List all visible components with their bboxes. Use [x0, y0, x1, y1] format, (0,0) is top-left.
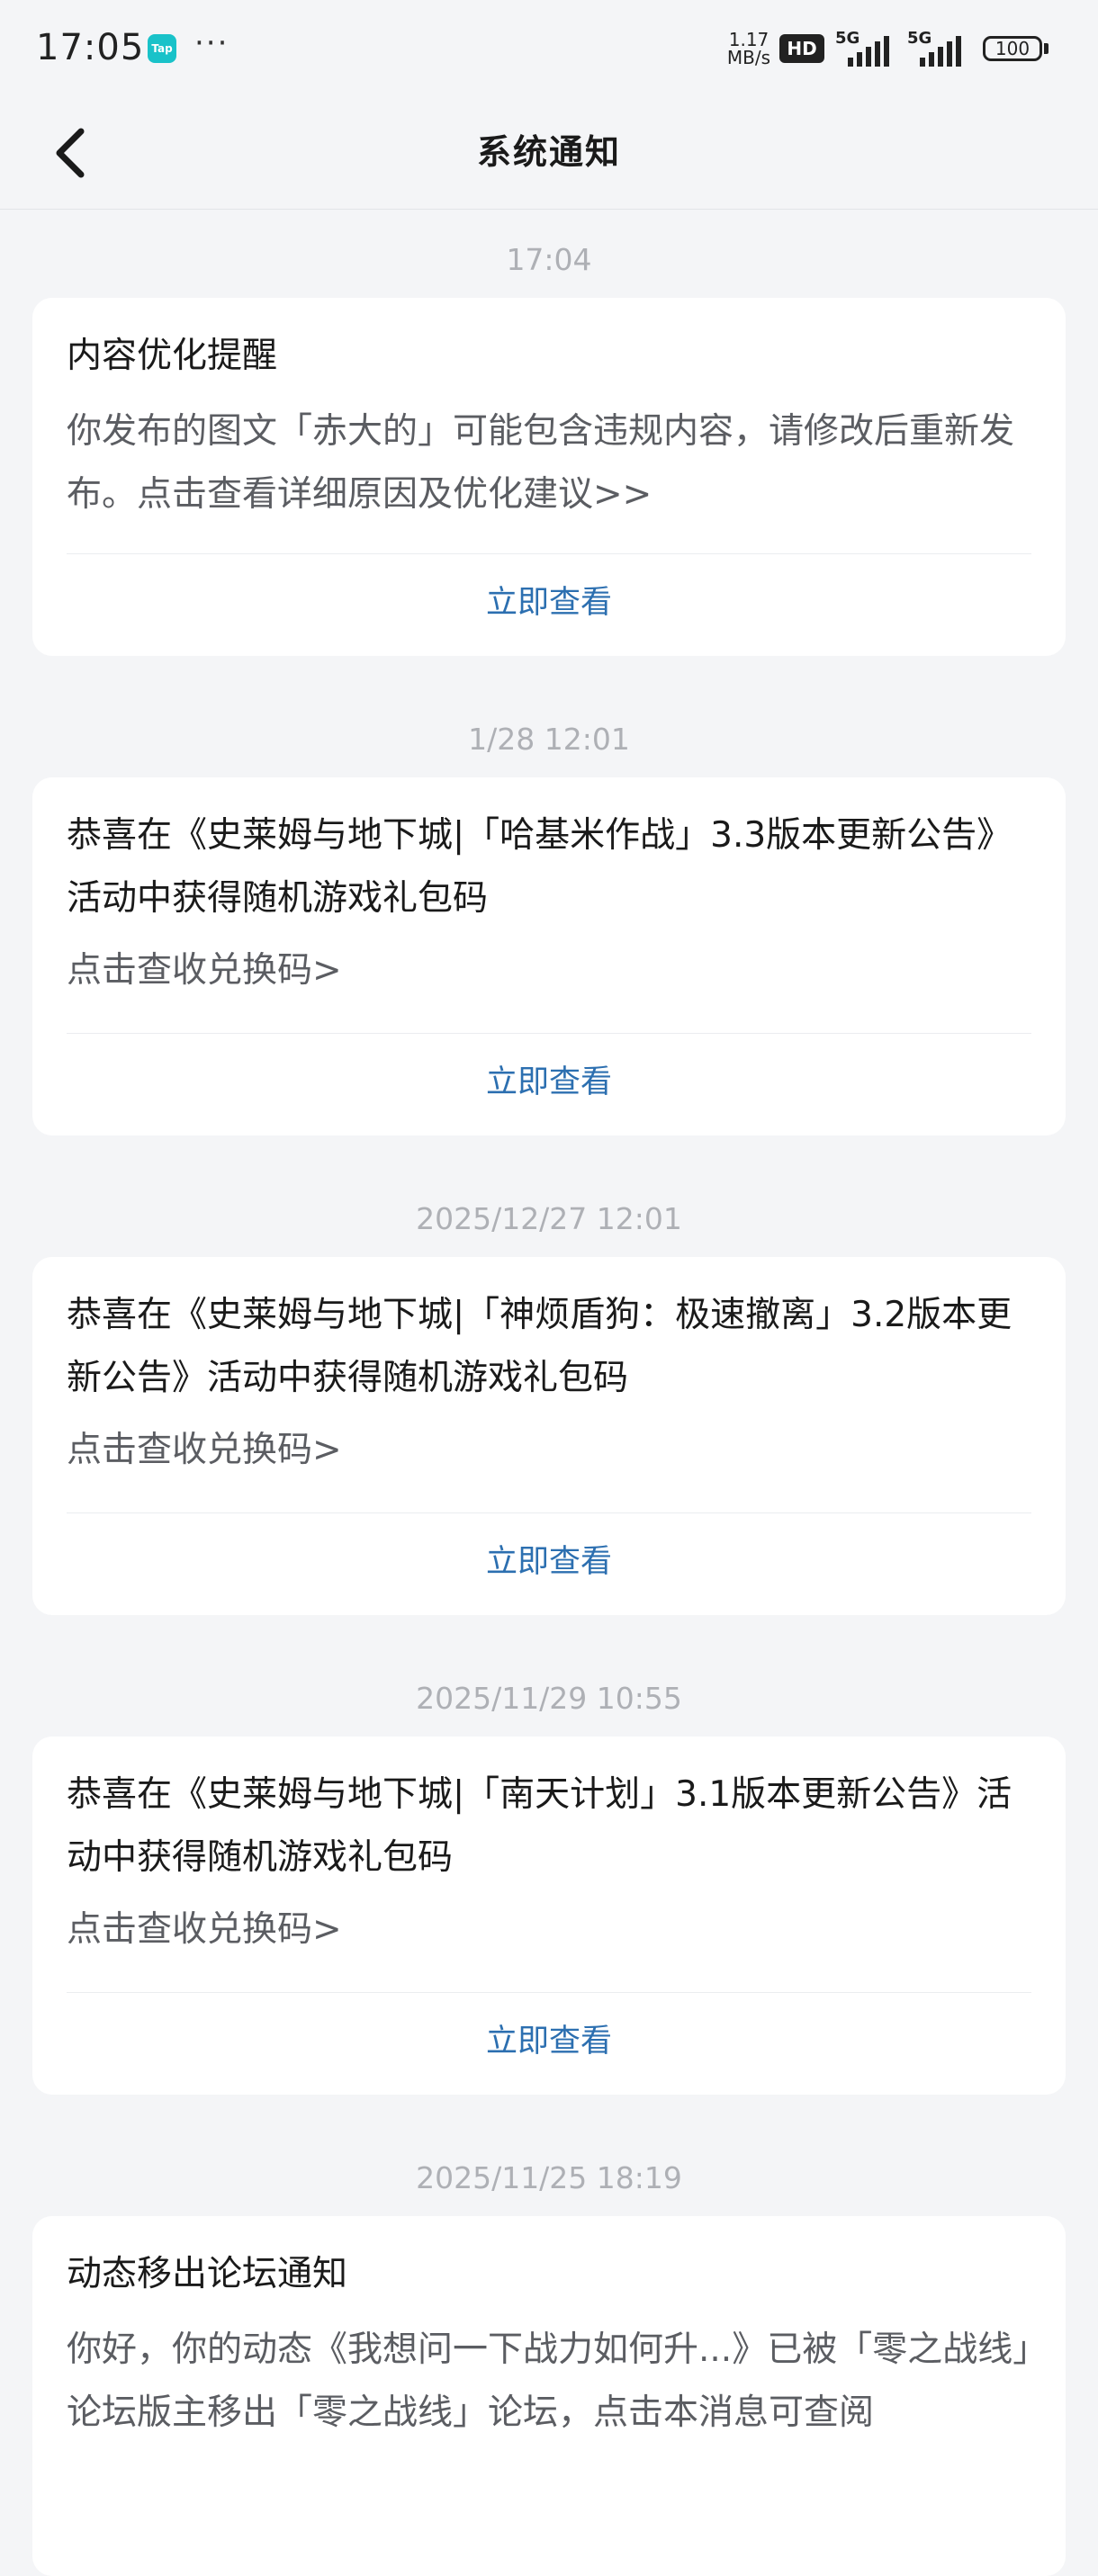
notification-title: 动态移出论坛通知 — [67, 2254, 348, 2294]
notification-description: 你好，你的动态《我想问一下战力如何升...》已被「零之战线」论坛版主移出「零之战… — [67, 2329, 1030, 2433]
notification-card[interactable]: 恭喜在《史莱姆与地下城|「哈基米作战」3.3版本更新公告》活动中获得随机游戏礼包… — [32, 777, 1066, 1135]
card-divider — [67, 1992, 1031, 1993]
view-now-button[interactable]: 立即查看 — [32, 1536, 1066, 1582]
view-now-button[interactable]: 立即查看 — [32, 2015, 1066, 2061]
hd-voice-icon: HD — [779, 34, 824, 63]
view-now-button[interactable]: 立即查看 — [32, 577, 1066, 623]
battery-icon: 100 — [983, 36, 1042, 61]
card-divider — [67, 553, 1031, 554]
notification-timestamp: 2025/11/29 10:55 — [416, 1681, 682, 1716]
battery-tip — [1044, 43, 1048, 54]
notification-timestamp: 2025/12/27 12:01 — [416, 1201, 682, 1236]
top-nav-bar: 系统通知 — [0, 97, 1098, 210]
network-speed-unit: MB/s — [726, 47, 771, 68]
notification-description: 你发布的图文「赤大的」可能包含违规内容，请修改后重新发布。点击查看详细原因及优化… — [67, 411, 1015, 515]
notification-description: 点击查收兑换码> — [67, 1430, 342, 1470]
notification-timestamp: 1/28 12:01 — [468, 722, 630, 757]
notification-description: 点击查收兑换码> — [67, 950, 342, 991]
signal-strength-icon-2: 5G — [907, 29, 974, 67]
view-now-button[interactable]: 立即查看 — [32, 1056, 1066, 1102]
notification-timestamp: 2025/11/25 18:19 — [416, 2160, 682, 2195]
notification-card[interactable]: 恭喜在《史莱姆与地下城|「南天计划」3.1版本更新公告》活动中获得随机游戏礼包码… — [32, 1737, 1066, 2095]
notification-timestamp: 17:04 — [506, 242, 592, 277]
card-divider — [67, 1033, 1031, 1034]
notification-card[interactable]: 动态移出论坛通知 你好，你的动态《我想问一下战力如何升...》已被「零之战线」论… — [32, 2216, 1066, 2576]
status-time: 17:05 — [36, 27, 145, 68]
network-speed-value: 1.17 — [728, 29, 770, 50]
page-title: 系统通知 — [476, 132, 621, 172]
card-divider — [67, 1512, 1031, 1513]
notification-title: 恭喜在《史莱姆与地下城|「南天计划」3.1版本更新公告》活动中获得随机游戏礼包码 — [67, 1774, 1012, 1878]
notification-title: 内容优化提醒 — [67, 336, 278, 376]
notification-card[interactable]: 恭喜在《史莱姆与地下城|「神烦盾狗：极速撤离」3.2版本更新公告》活动中获得随机… — [32, 1257, 1066, 1615]
more-notifications-icon: ··· — [194, 25, 230, 61]
status-bar: 17:05 Tap ··· 1.17 MB/s HD 5G 5G 100 — [0, 0, 1098, 97]
notification-description: 点击查收兑换码> — [67, 1909, 342, 1950]
notification-card[interactable]: 内容优化提醒 你发布的图文「赤大的」可能包含违规内容，请修改后重新发布。点击查看… — [32, 298, 1066, 656]
signal-strength-icon: 5G — [835, 29, 902, 67]
taptap-app-icon: Tap — [148, 34, 176, 63]
notification-title: 恭喜在《史莱姆与地下城|「哈基米作战」3.3版本更新公告》活动中获得随机游戏礼包… — [67, 815, 1012, 919]
notification-title: 恭喜在《史莱姆与地下城|「神烦盾狗：极速撤离」3.2版本更新公告》活动中获得随机… — [67, 1295, 1012, 1398]
network-speed: 1.17 MB/s — [724, 31, 774, 67]
